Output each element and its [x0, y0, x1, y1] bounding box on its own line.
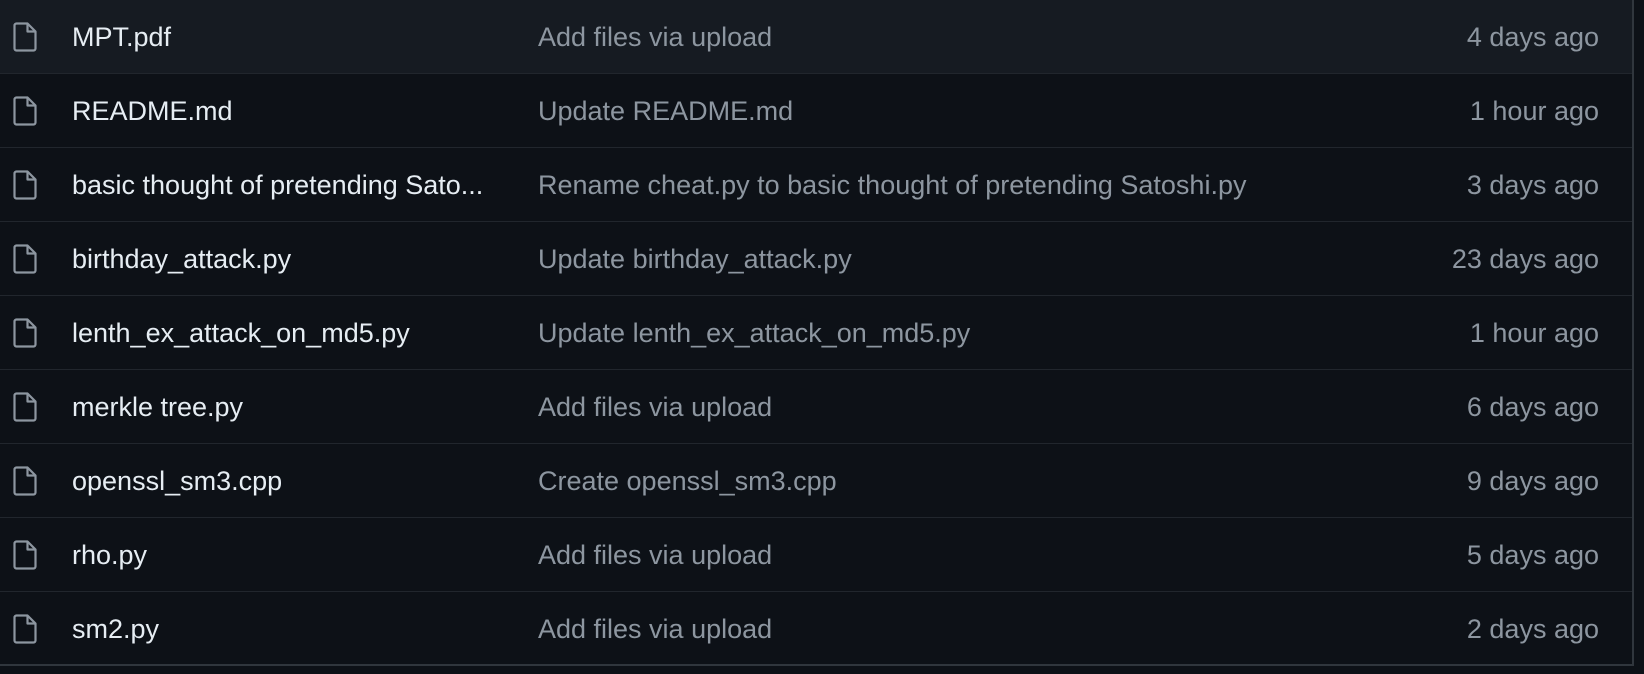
- file-row[interactable]: lenth_ex_attack_on_md5.py Update lenth_e…: [0, 296, 1632, 370]
- file-list: MPT.pdf Add files via upload 4 days ago …: [0, 0, 1634, 666]
- file-icon: [12, 244, 38, 274]
- file-row[interactable]: basic thought of pretending Sato... Rena…: [0, 148, 1632, 222]
- file-row[interactable]: birthday_attack.py Update birthday_attac…: [0, 222, 1632, 296]
- file-row[interactable]: sm2.py Add files via upload 2 days ago: [0, 592, 1632, 666]
- file-icon: [12, 392, 38, 422]
- commit-message-link[interactable]: Add files via upload: [538, 370, 1358, 444]
- file-row[interactable]: merkle tree.py Add files via upload 6 da…: [0, 370, 1632, 444]
- file-icon: [12, 540, 38, 570]
- file-name-link[interactable]: birthday_attack.py: [72, 222, 502, 296]
- file-icon: [12, 170, 38, 200]
- file-name-link[interactable]: lenth_ex_attack_on_md5.py: [72, 296, 502, 370]
- file-name-link[interactable]: README.md: [72, 74, 502, 148]
- commit-message-link[interactable]: Update README.md: [538, 74, 1358, 148]
- commit-age: 23 days ago: [1451, 244, 1599, 274]
- file-row[interactable]: rho.py Add files via upload 5 days ago: [0, 518, 1632, 592]
- commit-message-link[interactable]: Add files via upload: [538, 0, 1358, 74]
- commit-message-link[interactable]: Add files via upload: [538, 518, 1358, 592]
- file-row[interactable]: openssl_sm3.cpp Create openssl_sm3.cpp 9…: [0, 444, 1632, 518]
- file-name-link[interactable]: merkle tree.py: [72, 370, 502, 444]
- file-icon: [12, 318, 38, 348]
- commit-age: 3 days ago: [1466, 170, 1599, 200]
- commit-message-link[interactable]: Create openssl_sm3.cpp: [538, 444, 1358, 518]
- commit-age: 5 days ago: [1466, 540, 1599, 570]
- file-icon: [12, 466, 38, 496]
- commit-age: 9 days ago: [1466, 466, 1599, 496]
- commit-age: 4 days ago: [1466, 22, 1599, 52]
- commit-age: 1 hour ago: [1469, 96, 1599, 126]
- commit-message-link[interactable]: Add files via upload: [538, 592, 1358, 666]
- file-icon: [12, 96, 38, 126]
- file-name-link[interactable]: basic thought of pretending Sato...: [72, 148, 502, 222]
- commit-message-link[interactable]: Update birthday_attack.py: [538, 222, 1358, 296]
- file-row[interactable]: README.md Update README.md 1 hour ago: [0, 74, 1632, 148]
- file-name-link[interactable]: sm2.py: [72, 592, 502, 666]
- file-row[interactable]: MPT.pdf Add files via upload 4 days ago: [0, 0, 1632, 74]
- commit-age: 1 hour ago: [1469, 318, 1599, 348]
- file-icon: [12, 22, 38, 52]
- file-name-link[interactable]: MPT.pdf: [72, 0, 502, 74]
- file-icon: [12, 614, 38, 644]
- commit-age: 2 days ago: [1466, 614, 1599, 644]
- commit-age: 6 days ago: [1466, 392, 1599, 422]
- file-name-link[interactable]: openssl_sm3.cpp: [72, 444, 502, 518]
- file-name-link[interactable]: rho.py: [72, 518, 502, 592]
- commit-message-link[interactable]: Rename cheat.py to basic thought of pret…: [538, 148, 1358, 222]
- commit-message-link[interactable]: Update lenth_ex_attack_on_md5.py: [538, 296, 1358, 370]
